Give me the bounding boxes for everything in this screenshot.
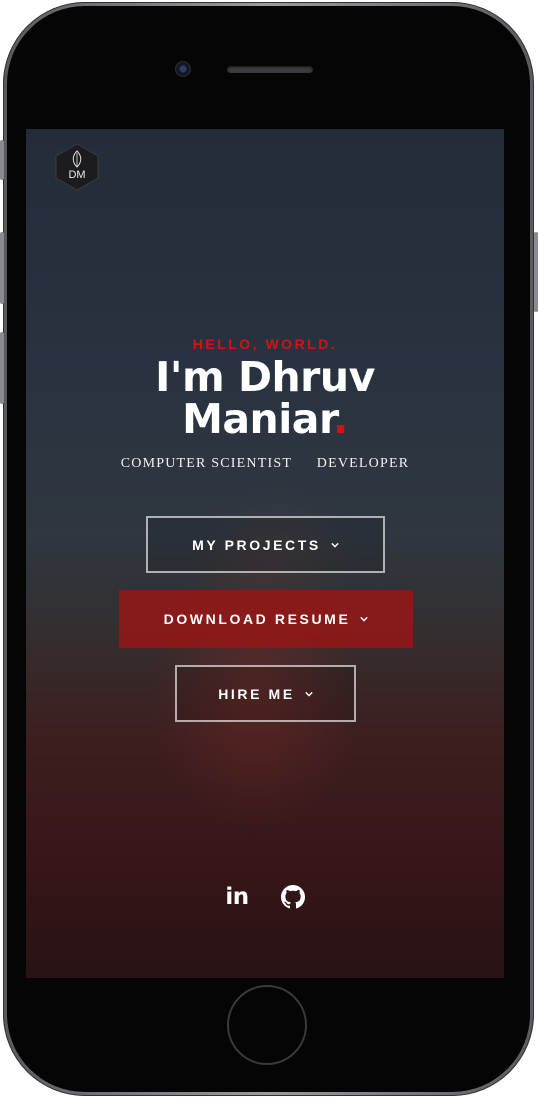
- volume-down-button: [0, 332, 4, 404]
- download-resume-label: DOWNLOAD RESUME: [163, 611, 351, 627]
- mute-switch: [0, 140, 4, 180]
- my-projects-label: MY PROJECTS: [192, 536, 321, 553]
- role-developer: DEVELOPER: [316, 456, 410, 471]
- hero-roles: COMPUTER SCIENTIST DEVELOPER: [26, 456, 504, 472]
- role-computer-scientist: COMPUTER SCIENTIST: [120, 456, 293, 471]
- chevron-down-icon: [331, 542, 339, 548]
- hire-me-label: HIRE ME: [218, 685, 295, 702]
- github-icon[interactable]: [280, 884, 306, 910]
- hero-name-line1: I'm Dhruv: [155, 353, 375, 401]
- hire-me-button[interactable]: HIRE ME: [175, 665, 356, 722]
- volume-up-button: [0, 232, 4, 304]
- front-camera: [175, 61, 191, 77]
- hero-name-last: Maniar: [182, 395, 333, 443]
- chevron-down-icon: [305, 691, 313, 697]
- hexagon-logo-icon: [55, 143, 99, 191]
- my-projects-button[interactable]: MY PROJECTS: [146, 516, 385, 573]
- github-icon-glyph: [281, 885, 305, 909]
- hero-kicker: HELLO, WORLD.: [192, 336, 338, 352]
- download-resume-button[interactable]: DOWNLOAD RESUME: [119, 590, 413, 648]
- linkedin-icon[interactable]: in: [224, 884, 250, 910]
- site-logo[interactable]: DM: [53, 143, 101, 191]
- hero-name: I'm Dhruv Maniar.: [26, 356, 504, 440]
- social-links: in: [26, 884, 504, 910]
- chevron-down-icon: [360, 616, 369, 622]
- logo-monogram: DM: [68, 169, 86, 181]
- screen: DM HELLO, WORLD. I'm Dhruv Maniar. COMPU…: [26, 129, 504, 978]
- hero-section: HELLO, WORLD. I'm Dhruv Maniar. COMPUTER…: [26, 336, 504, 472]
- home-button[interactable]: [227, 985, 307, 1065]
- power-button: [534, 232, 538, 312]
- earpiece-speaker: [227, 66, 313, 73]
- hero-name-dot: .: [332, 395, 349, 443]
- hero-name-line2: Maniar.: [26, 398, 504, 440]
